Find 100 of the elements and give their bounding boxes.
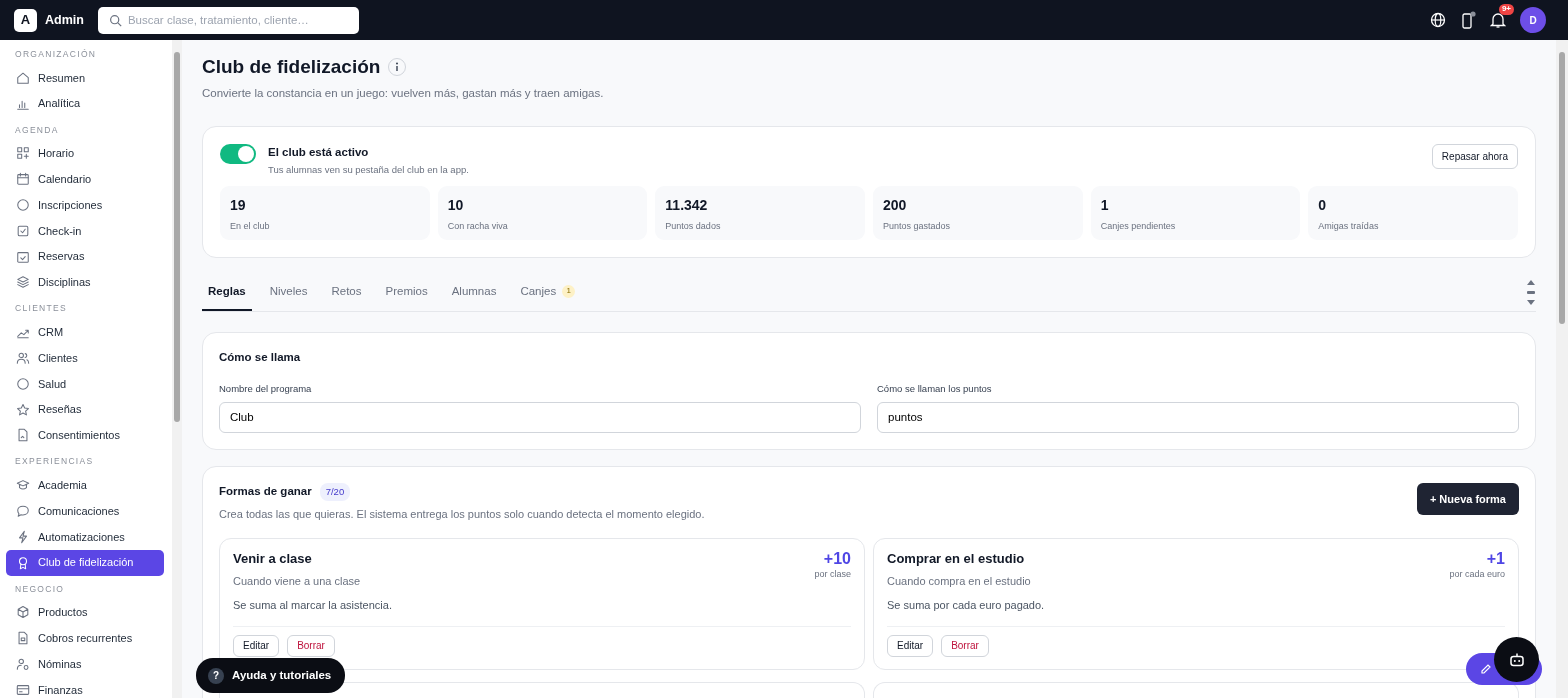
tab[interactable]: Reglas bbox=[202, 282, 252, 312]
points-value: +10 bbox=[822, 549, 851, 569]
circle-icon bbox=[16, 198, 30, 213]
user-avatar[interactable]: D bbox=[1520, 7, 1546, 33]
sidebar-item[interactable]: Cobros recurrentes bbox=[6, 625, 164, 652]
card-icon bbox=[16, 682, 30, 697]
sidebar-item[interactable]: Calendario bbox=[6, 166, 164, 193]
sidebar-item[interactable]: Reseñas bbox=[6, 396, 164, 423]
award-icon bbox=[16, 555, 30, 570]
grid-plus-icon bbox=[16, 146, 30, 161]
sidebar-item[interactable]: Productos bbox=[6, 599, 164, 626]
sidebar-item[interactable]: Salud bbox=[6, 370, 164, 397]
search-field[interactable]: Buscar clase, tratamiento, cliente… bbox=[97, 6, 359, 34]
help-button[interactable]: ? Ayuda y tutoriales bbox=[196, 658, 346, 693]
stat-value: 11.342 bbox=[665, 195, 709, 215]
stat-value: 0 bbox=[1318, 195, 1328, 215]
sidebar-item[interactable]: Consentimientos bbox=[6, 422, 164, 449]
section-label: EXPERIENCIAS bbox=[14, 455, 95, 469]
tab[interactable]: Retos bbox=[325, 282, 368, 312]
rule-trigger: Cuando compra en el estudio bbox=[887, 573, 1031, 589]
tab[interactable]: Niveles bbox=[263, 282, 314, 312]
stat-value: 200 bbox=[883, 195, 908, 215]
section-description: Crea todas las que quieras. El sistema entrega los puntos solo cuando detecta el momento elegido. bbox=[219, 506, 705, 522]
sidebar-item[interactable]: Club de fidelización bbox=[6, 549, 164, 576]
stat-label: Puntos dados bbox=[665, 219, 722, 233]
rule-title: Comprar en el estudio bbox=[887, 550, 1026, 569]
sidebar-item[interactable]: Horario bbox=[6, 140, 164, 167]
edit-button[interactable]: Editar bbox=[887, 634, 934, 657]
search-icon bbox=[108, 13, 122, 27]
phone-icon[interactable] bbox=[1460, 11, 1476, 29]
users-icon bbox=[16, 351, 30, 366]
logo: A bbox=[14, 8, 37, 32]
box-icon bbox=[16, 605, 30, 620]
checkbox-icon bbox=[16, 223, 30, 238]
tab[interactable]: Alumnas bbox=[445, 282, 503, 312]
sidebar-item[interactable]: Analítica bbox=[6, 90, 164, 117]
star-icon bbox=[16, 402, 30, 417]
pencil-icon bbox=[1480, 663, 1492, 675]
field-label: Nombre del programa bbox=[219, 382, 313, 397]
sidebar-item[interactable]: Inscripciones bbox=[6, 192, 164, 218]
brand-name: Admin bbox=[45, 11, 84, 29]
scrollbar[interactable] bbox=[172, 40, 182, 698]
rule-note: Se suma por cada euro pagado. bbox=[887, 597, 1505, 627]
graduation-cap-icon bbox=[16, 478, 30, 493]
stat-label: Puntos gastados bbox=[883, 219, 952, 233]
section-title: Cómo se llama bbox=[219, 350, 302, 366]
robot-icon bbox=[1508, 652, 1525, 667]
stat-value: 19 bbox=[230, 195, 247, 215]
bolt-icon bbox=[16, 529, 30, 544]
section-label: CLIENTES bbox=[14, 302, 68, 316]
calendar-icon bbox=[16, 172, 30, 187]
toggle-switch[interactable] bbox=[220, 144, 256, 165]
review-button[interactable]: Repasar ahora bbox=[1431, 144, 1518, 170]
section-label: ORGANIZACIÓN bbox=[14, 48, 98, 61]
globe-icon[interactable] bbox=[1430, 12, 1446, 28]
document-icon bbox=[16, 631, 30, 646]
home-icon bbox=[16, 70, 30, 85]
rule-title: Venir a clase bbox=[233, 550, 313, 569]
sidebar-item[interactable]: Clientes bbox=[6, 345, 164, 371]
input-field[interactable]: Club bbox=[219, 401, 861, 433]
stat-label: Con racha viva bbox=[447, 219, 509, 233]
sidebar-item[interactable]: Check-in bbox=[6, 218, 164, 244]
sidebar-item[interactable]: CRM bbox=[6, 319, 164, 346]
sidebar-item[interactable]: Finanzas bbox=[6, 676, 164, 698]
calendar-check-icon bbox=[16, 249, 30, 264]
rule-trigger: Cuando viene a una clase bbox=[233, 573, 361, 589]
delete-button[interactable]: Borrar bbox=[941, 634, 989, 657]
points-unit: por clase bbox=[814, 568, 851, 582]
bell-icon[interactable] bbox=[1490, 11, 1506, 29]
section-label: AGENDA bbox=[14, 123, 60, 137]
document-icon bbox=[16, 428, 30, 443]
user-coins-icon bbox=[16, 657, 30, 672]
chat-icon bbox=[16, 504, 30, 519]
stat-value: 10 bbox=[447, 195, 465, 215]
sidebar-item[interactable]: Nóminas bbox=[6, 651, 164, 677]
sidebar-item[interactable]: Automatizaciones bbox=[6, 523, 164, 550]
layers-icon bbox=[16, 275, 30, 290]
sidebar-item[interactable]: Academia bbox=[6, 472, 164, 499]
points-value: +1 bbox=[1485, 549, 1505, 569]
sidebar-item[interactable]: Comunicaciones bbox=[6, 498, 164, 524]
sidebar-item[interactable]: Disciplinas bbox=[6, 269, 164, 296]
points-unit: por cada euro bbox=[1449, 568, 1505, 582]
section-label: NEGOCIO bbox=[14, 582, 66, 596]
input-field[interactable]: puntos bbox=[877, 401, 1519, 433]
status-title: El club está activo bbox=[268, 145, 370, 161]
count-badge: 7/20 bbox=[319, 482, 351, 501]
new-rule-button[interactable]: + Nueva forma bbox=[1416, 482, 1519, 516]
delete-button[interactable]: Borrar bbox=[287, 634, 335, 657]
sidebar-item[interactable]: Reservas bbox=[6, 243, 164, 270]
tab[interactable]: Premios bbox=[379, 282, 434, 312]
circle-icon bbox=[16, 376, 30, 391]
notification-badge: 9+ bbox=[1498, 4, 1514, 15]
edit-button[interactable]: Editar bbox=[233, 634, 280, 657]
page-title: Club de fidelización bbox=[202, 56, 381, 79]
stat-label: En el club bbox=[230, 219, 271, 233]
status-subtitle: Tus alumnas ven su pestaña del club en la app. bbox=[268, 163, 469, 178]
rule-note: Se suma al marcar la asistencia. bbox=[233, 597, 851, 627]
scrollbar[interactable] bbox=[1556, 40, 1568, 698]
tab[interactable]: Canjes 1 bbox=[514, 282, 582, 312]
sidebar-item[interactable]: Resumen bbox=[6, 65, 164, 91]
